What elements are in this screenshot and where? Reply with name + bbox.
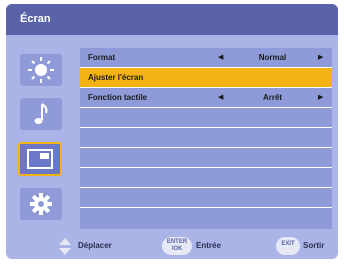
sidebar-item-screen[interactable] xyxy=(18,142,62,176)
exit-key-icon: EXIT xyxy=(276,237,300,255)
arrow-right-icon[interactable]: ▶ xyxy=(318,93,323,101)
arrow-left-icon[interactable]: ◀ xyxy=(218,53,223,61)
arrow-right-icon[interactable]: ▶ xyxy=(318,53,323,61)
brightness-icon xyxy=(28,57,54,83)
menu-panel: Format ◀ Normal ▶ Ajuster l'écran Foncti… xyxy=(80,48,332,229)
footer-help-bar: Déplacer ENTER /OK Entrée EXIT Sortir xyxy=(6,235,338,259)
sidebar-item-sound[interactable] xyxy=(20,98,62,130)
menu-empty-row xyxy=(80,148,332,168)
menu-item-label: Ajuster l'écran xyxy=(88,73,144,82)
menu-item-value: Arrêt xyxy=(262,93,283,102)
settings-window: Écran Format ◀ Normal ▶ Ajuster l'écran … xyxy=(6,4,338,259)
window-title: Écran xyxy=(20,13,51,25)
menu-item-label: Format xyxy=(88,53,116,62)
menu-item-adjust-screen[interactable]: Ajuster l'écran xyxy=(80,68,332,88)
gear-icon xyxy=(30,193,52,215)
screen-icon xyxy=(27,149,53,169)
title-bar: Écran xyxy=(6,4,338,35)
menu-empty-row xyxy=(80,168,332,188)
menu-empty-row xyxy=(80,128,332,148)
menu-item-label: Fonction tactile xyxy=(88,93,148,102)
move-label: Déplacer xyxy=(78,241,112,250)
menu-item-format[interactable]: Format ◀ Normal ▶ xyxy=(80,48,332,68)
menu-item-value: Normal xyxy=(258,53,287,62)
enter-ok-key-icon: ENTER /OK xyxy=(162,237,192,255)
music-note-icon xyxy=(34,103,48,124)
up-down-arrows-icon xyxy=(59,238,71,255)
sidebar-item-brightness[interactable] xyxy=(20,54,62,86)
enter-label: Entrée xyxy=(196,241,221,250)
menu-empty-row xyxy=(80,208,332,229)
sidebar-item-settings[interactable] xyxy=(20,188,62,220)
exit-label: Sortir xyxy=(303,241,325,250)
arrow-left-icon[interactable]: ◀ xyxy=(218,93,223,101)
menu-empty-row xyxy=(80,188,332,208)
menu-empty-row xyxy=(80,108,332,128)
menu-item-touch-function[interactable]: Fonction tactile ◀ Arrêt ▶ xyxy=(80,88,332,108)
